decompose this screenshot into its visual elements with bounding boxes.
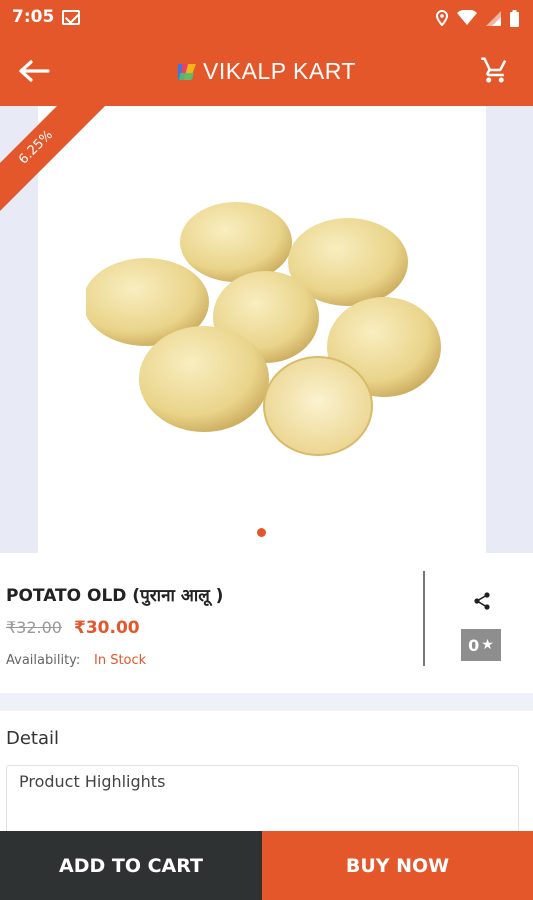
location-icon [436,10,448,26]
brand: VIKALP KART [176,56,356,86]
status-icons [436,6,519,30]
star-icon: ★ [481,637,494,653]
availability-value: In Stock [94,653,147,668]
rating-badge[interactable]: 0 ★ [461,629,501,661]
cart-button[interactable] [477,52,513,88]
product-title: POTATO OLD (पुराना आलू ) [6,586,224,606]
battery-icon [510,9,519,27]
potato-product-image [86,202,441,456]
product-info: POTATO OLD (पुराना आलू ) ₹32.00 ₹30.00 A… [0,553,533,693]
detail-section: Detail Product Highlights [0,711,533,845]
wifi-icon [457,10,477,25]
status-bar: 7:05 [0,0,533,36]
detail-title: Detail [6,728,60,749]
signal-icon [486,10,501,26]
mail-notification-icon [62,10,80,25]
section-separator [0,693,533,711]
arrow-left-icon [19,60,50,82]
new-price: ₹30.00 [74,618,140,638]
share-icon[interactable] [470,589,494,613]
vertical-divider [423,571,425,666]
buy-now-button[interactable]: BUY NOW [262,831,533,900]
product-highlights-label: Product Highlights [19,772,166,791]
product-image-gallery[interactable]: 6.25% [0,106,533,553]
shopping-cart-icon [481,57,507,83]
rating-value: 0 [468,635,480,655]
availability-label: Availability: [6,653,81,668]
status-time: 7:05 [12,7,55,27]
back-button[interactable] [14,53,54,89]
brand-name: VIKALP KART [203,57,356,84]
gallery-page-indicator [257,528,266,537]
app-bar: VIKALP KART [0,36,533,106]
gallery-slide[interactable] [38,106,486,553]
brand-logo [178,64,196,80]
add-to-cart-button[interactable]: ADD TO CART [0,831,262,900]
bottom-action-bar: ADD TO CART BUY NOW [0,831,533,900]
old-price: ₹32.00 [6,618,62,637]
